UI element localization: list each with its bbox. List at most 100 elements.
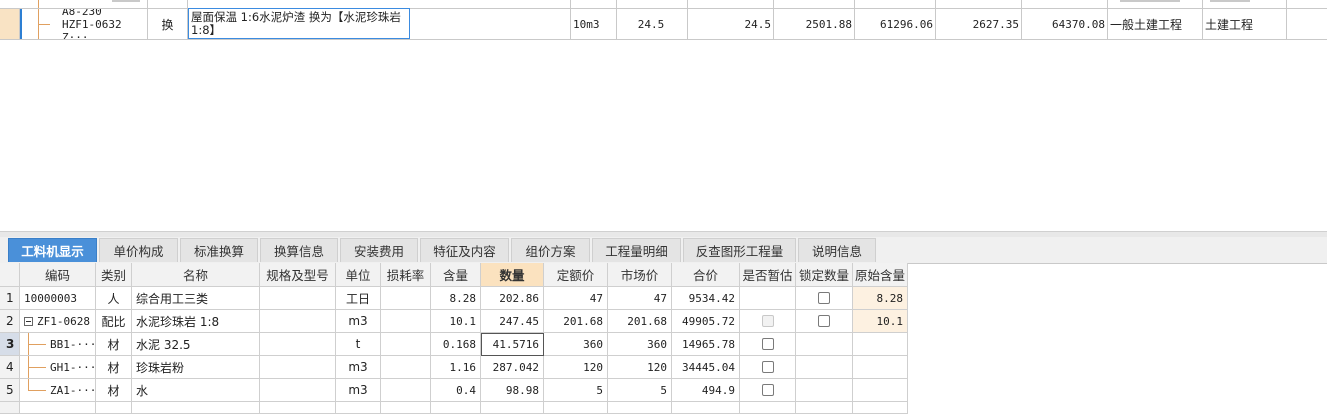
cell-total-price[interactable]: 49905.72 (672, 310, 740, 333)
column-header-unit[interactable]: 单位 (336, 263, 381, 287)
cell-content[interactable]: 10.1 (431, 310, 481, 333)
cell-total-price[interactable]: 14965.78 (672, 333, 740, 356)
lock-checkbox[interactable] (818, 292, 830, 304)
cell-type[interactable]: 人 (96, 287, 132, 310)
cell-quantity[interactable]: 41.5716 (481, 333, 544, 356)
cell-is-estimate[interactable] (740, 310, 796, 333)
row-indicator[interactable] (0, 9, 20, 39)
row-number[interactable]: 4 (0, 356, 20, 379)
cell-total-price[interactable]: 34445.04 (672, 356, 740, 379)
cell-original-content[interactable]: 8.28 (853, 287, 908, 310)
row-number[interactable]: 1 (0, 287, 20, 310)
estimate-checkbox[interactable] (761, 338, 774, 350)
tab-quantity-detail[interactable]: 工程量明细 (592, 238, 681, 262)
column-header-spec[interactable]: 规格及型号 (260, 263, 336, 287)
cell-type[interactable]: 配比 (96, 310, 132, 333)
cell-content[interactable]: 8.28 (431, 287, 481, 310)
cell-spec[interactable] (260, 379, 336, 402)
cell-lock-quantity[interactable] (796, 379, 853, 402)
cell-market-price[interactable]: 201.68 (608, 310, 672, 333)
cell-lock-quantity[interactable] (796, 310, 853, 333)
row-number[interactable]: 5 (0, 379, 20, 402)
column-header-market-price[interactable]: 市场价 (608, 263, 672, 287)
cell-lock-quantity[interactable] (796, 287, 853, 310)
cell-lock-quantity[interactable] (796, 356, 853, 379)
tab-standard-conversion[interactable]: 标准换算 (180, 238, 258, 262)
cell-market-price[interactable]: 120 (608, 356, 672, 379)
cell-code[interactable]: ZA1-··· (20, 379, 96, 402)
cell-original-content[interactable] (853, 356, 908, 379)
row-number[interactable]: 3 (0, 333, 20, 356)
cell-loss-rate[interactable] (381, 356, 431, 379)
cell-code[interactable]: ZF1-0628 (20, 310, 96, 333)
quota-market-price[interactable]: 2627.35 (936, 9, 1022, 39)
cell-quota-price[interactable]: 360 (544, 333, 608, 356)
cell-quota-price[interactable]: 47 (544, 287, 608, 310)
tab-conversion-info[interactable]: 换算信息 (260, 238, 338, 262)
cell-quota-price[interactable]: 5 (544, 379, 608, 402)
cell-type[interactable]: 材 (96, 379, 132, 402)
cell-market-price[interactable]: 5 (608, 379, 672, 402)
tab-unit-price-composition[interactable]: 单价构成 (99, 238, 178, 262)
cell-unit[interactable]: m3 (336, 379, 381, 402)
estimate-checkbox[interactable] (761, 384, 774, 396)
cell-lock-quantity[interactable] (796, 333, 853, 356)
cell-is-estimate[interactable] (740, 379, 796, 402)
cell-is-estimate[interactable] (740, 333, 796, 356)
cell-unit[interactable]: m3 (336, 356, 381, 379)
cell-total-price[interactable]: 9534.42 (672, 287, 740, 310)
cell-loss-rate[interactable] (381, 333, 431, 356)
column-header-lock-quantity[interactable]: 锁定数量 (796, 263, 853, 287)
cell-code[interactable]: 10000003 (20, 287, 96, 310)
cell-name[interactable]: 综合用工三类 (132, 287, 260, 310)
cell-spec[interactable] (260, 333, 336, 356)
column-header-quota-price[interactable]: 定额价 (544, 263, 608, 287)
cell-quantity[interactable]: 247.45 (481, 310, 544, 333)
cell-original-content[interactable] (853, 333, 908, 356)
cell-spec[interactable] (260, 310, 336, 333)
cell-content[interactable]: 0.4 (431, 379, 481, 402)
cell-code[interactable]: BB1-··· (20, 333, 96, 356)
cell-is-estimate[interactable] (740, 356, 796, 379)
column-header-original-content[interactable]: 原始含量 (853, 263, 908, 287)
tab-features-content[interactable]: 特征及内容 (420, 238, 509, 262)
quota-qty-expression[interactable]: 24.5 (617, 9, 688, 39)
cell-content[interactable]: 1.16 (431, 356, 481, 379)
cell-unit[interactable]: m3 (336, 310, 381, 333)
column-header-name[interactable]: 名称 (132, 263, 260, 287)
cell-market-price[interactable]: 47 (608, 287, 672, 310)
cell-name[interactable]: 水泥珍珠岩 1:8 (132, 310, 260, 333)
lock-checkbox[interactable] (818, 315, 830, 327)
cell-name[interactable]: 水 (132, 379, 260, 402)
estimate-checkbox[interactable] (761, 361, 774, 373)
cell-is-estimate[interactable] (740, 287, 796, 310)
tab-installation-cost[interactable]: 安装费用 (340, 238, 418, 262)
cell-unit[interactable]: 工日 (336, 287, 381, 310)
cell-name[interactable]: 水泥 32.5 (132, 333, 260, 356)
cell-type[interactable]: 材 (96, 333, 132, 356)
column-header-total-price[interactable]: 合价 (672, 263, 740, 287)
cell-original-content[interactable] (853, 379, 908, 402)
cell-loss-rate[interactable] (381, 379, 431, 402)
cell-total-price[interactable]: 494.9 (672, 379, 740, 402)
column-header-code[interactable]: 编码 (20, 263, 96, 287)
tab-description-info[interactable]: 说明信息 (798, 238, 876, 262)
cell-spec[interactable] (260, 356, 336, 379)
tab-labor-material-machine[interactable]: 工料机显示 (8, 238, 97, 262)
column-header-is-estimate[interactable]: 是否暂估 (740, 263, 796, 287)
cell-quantity[interactable]: 287.042 (481, 356, 544, 379)
row-number[interactable]: 2 (0, 310, 20, 333)
cell-market-price[interactable]: 360 (608, 333, 672, 356)
quota-type[interactable]: 换 (148, 9, 188, 39)
cell-loss-rate[interactable] (381, 287, 431, 310)
quota-total[interactable]: 61296.06 (855, 9, 936, 39)
collapse-toggle-icon[interactable] (24, 316, 33, 326)
cell-quantity[interactable]: 202.86 (481, 287, 544, 310)
tab-reverse-graphic-quantity[interactable]: 反查图形工程量 (683, 238, 796, 262)
quota-market-total[interactable]: 64370.08 (1022, 9, 1108, 39)
quota-unit-price[interactable]: 2501.88 (774, 9, 855, 39)
column-header-quantity[interactable]: 数量 (481, 263, 544, 287)
column-header-loss-rate[interactable]: 损耗率 (381, 263, 431, 287)
cell-unit[interactable]: t (336, 333, 381, 356)
quota-extra-cell[interactable] (1287, 9, 1327, 39)
